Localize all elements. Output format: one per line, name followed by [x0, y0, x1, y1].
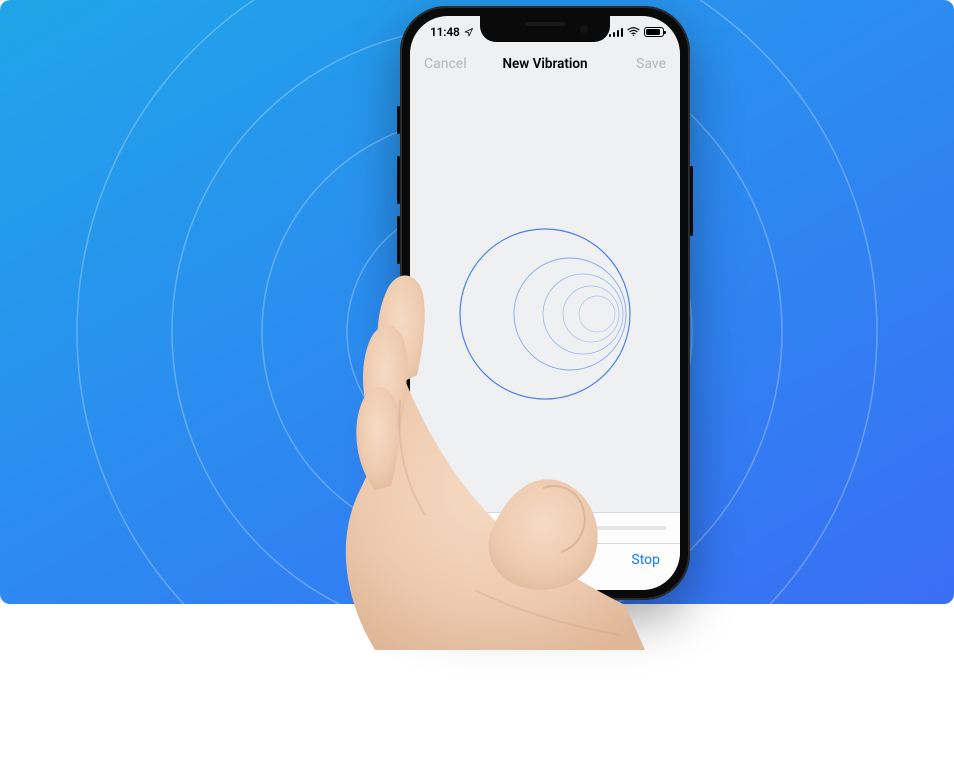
screen-notch — [480, 16, 610, 42]
power-button — [690, 166, 693, 236]
status-bar-left: 11:48 — [430, 25, 474, 39]
vibration-tap-canvas[interactable] — [410, 82, 680, 512]
bottom-toolbar: Play Stop — [410, 544, 680, 590]
front-camera — [580, 25, 588, 33]
volume-up-button — [397, 156, 400, 204]
timeline-segment — [492, 526, 511, 530]
speaker-grille — [525, 22, 565, 26]
stop-button[interactable]: Stop — [631, 552, 660, 568]
timeline-track[interactable] — [424, 526, 666, 530]
cancel-button[interactable]: Cancel — [424, 56, 467, 72]
volume-down-button — [397, 216, 400, 264]
battery-fill — [646, 29, 660, 35]
ripple-animation — [435, 204, 655, 424]
phone-frame: 11:48 Cancel — [400, 6, 690, 600]
timeline-segment — [518, 526, 530, 530]
wifi-icon — [627, 27, 640, 37]
mute-switch — [397, 106, 400, 134]
status-time: 11:48 — [430, 25, 460, 39]
nav-bar: Cancel New Vibration Save — [410, 46, 680, 82]
battery-icon — [644, 27, 664, 37]
page-title: New Vibration — [502, 56, 587, 72]
vibration-timeline — [410, 512, 680, 544]
cell-signal-icon — [609, 28, 624, 37]
phone-screen: 11:48 Cancel — [410, 16, 680, 590]
timeline-segment — [424, 526, 485, 530]
status-bar-right — [609, 27, 665, 37]
location-arrow-icon — [464, 27, 474, 37]
save-button[interactable]: Save — [636, 56, 666, 72]
play-button[interactable]: Play — [430, 552, 456, 568]
